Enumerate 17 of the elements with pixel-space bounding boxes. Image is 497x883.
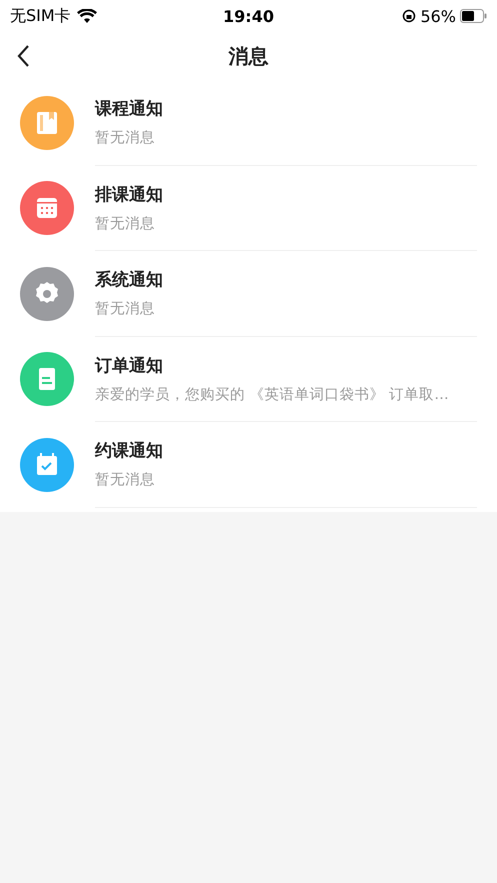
notification-title[interactable]: 课程通知 bbox=[95, 97, 477, 120]
notification-title[interactable]: 排课通知 bbox=[95, 182, 477, 206]
message-preview: 暂无消息 bbox=[95, 300, 156, 318]
message-preview: 亲爱的学员，您购买的 《英语单词口袋书》 订单取… bbox=[95, 386, 450, 404]
notification-title[interactable]: 订单通知 bbox=[95, 354, 477, 377]
message-preview: 暂无消息 bbox=[95, 471, 156, 490]
carrier-label: 无SIM卡 bbox=[10, 6, 71, 26]
message-preview: 暂无消息 bbox=[95, 214, 156, 233]
notification-title[interactable]: 系统通知 bbox=[95, 268, 477, 292]
battery-percent: 56% bbox=[420, 6, 456, 26]
page-title: 消息 bbox=[228, 42, 268, 70]
wifi-icon bbox=[76, 8, 97, 24]
message-preview: 暂无消息 bbox=[95, 129, 156, 148]
notification-title[interactable]: 约课通知 bbox=[95, 439, 477, 462]
clock-time: 19:40 bbox=[223, 6, 274, 26]
rotation-lock-icon bbox=[402, 9, 416, 23]
battery-icon bbox=[460, 9, 487, 23]
